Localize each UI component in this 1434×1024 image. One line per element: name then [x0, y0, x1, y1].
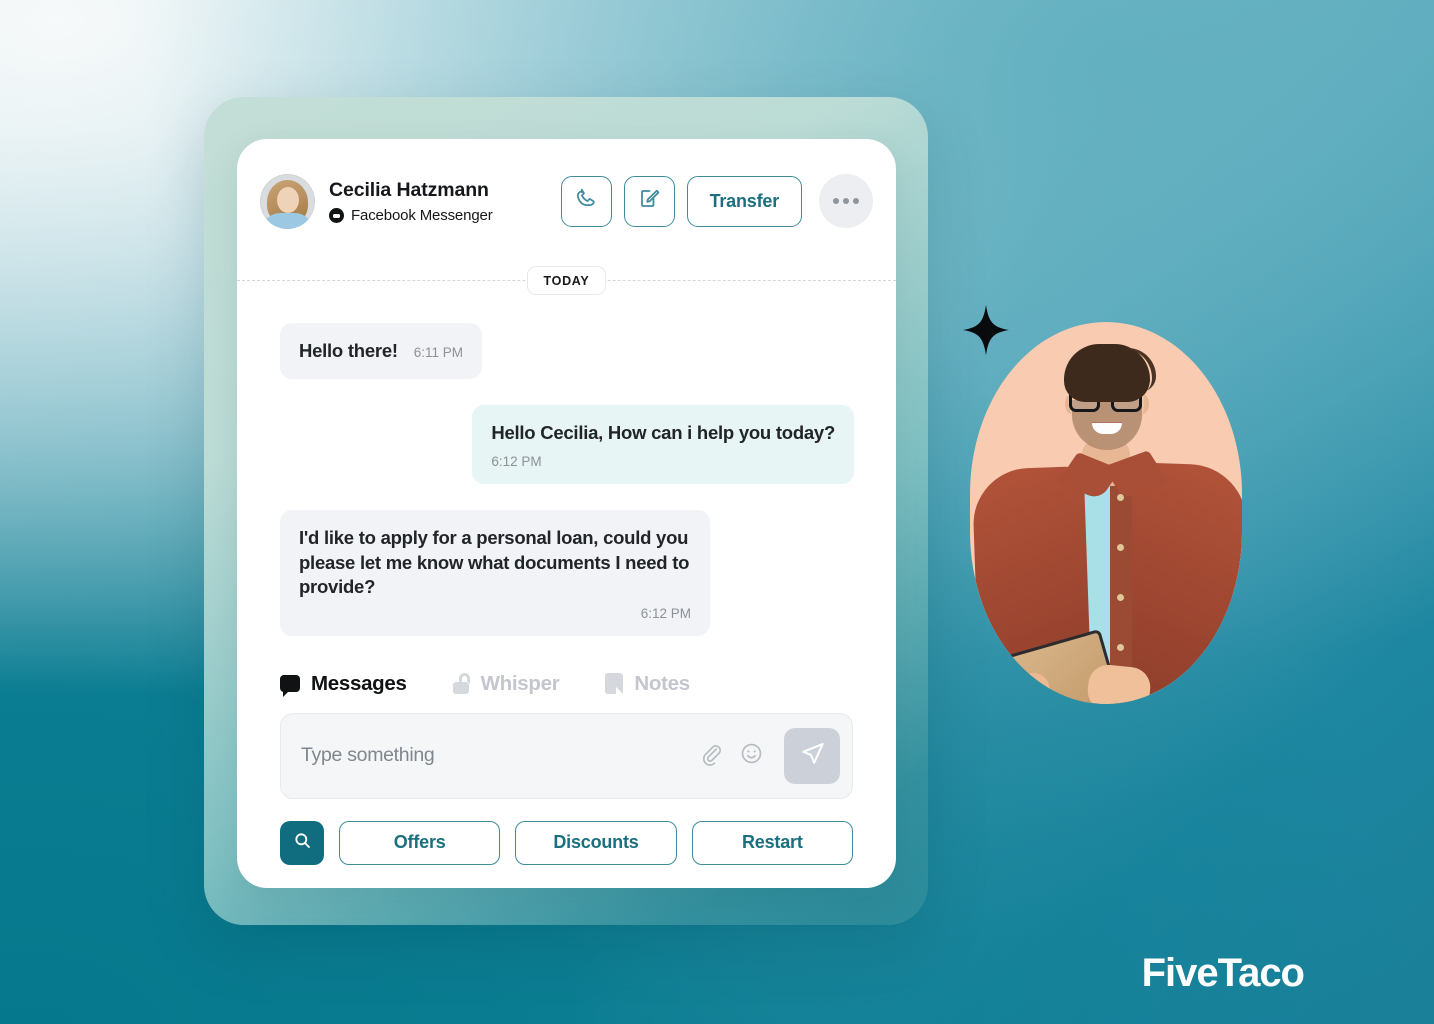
contact-info: Cecilia Hatzmann Facebook Messenger — [329, 178, 561, 224]
message-row: Hello Cecilia, How can i help you today?… — [280, 404, 854, 485]
send-button[interactable] — [784, 727, 840, 784]
message-composer — [280, 712, 853, 799]
quick-action-restart[interactable]: Restart — [691, 820, 853, 865]
message-time: 6:12 PM — [640, 605, 691, 621]
brand-logo: FiveTaco — [1141, 951, 1305, 995]
more-options-button[interactable] — [819, 174, 873, 228]
compose-icon — [637, 186, 662, 216]
quick-action-offers[interactable]: Offers — [339, 820, 501, 865]
message-bubble-incoming: Hello there! 6:11 PM — [280, 323, 483, 379]
emoji-button[interactable] — [739, 741, 764, 771]
messenger-icon — [329, 208, 344, 224]
message-time: 6:11 PM — [413, 345, 464, 360]
send-icon — [798, 739, 827, 773]
unlock-icon — [452, 673, 470, 695]
tab-messages-label: Messages — [311, 671, 407, 695]
message-text: I'd like to apply for a personal loan, c… — [299, 527, 690, 598]
channel-name: Facebook Messenger — [351, 207, 493, 225]
channel-row: Facebook Messenger — [329, 207, 561, 224]
message-bubble-outgoing: Hello Cecilia, How can i help you today?… — [472, 404, 854, 485]
photo-oval-background — [970, 322, 1242, 704]
paperclip-icon — [698, 741, 723, 771]
chat-widget: Cecilia Hatzmann Facebook Messenger Tran… — [237, 139, 896, 888]
date-divider: TODAY — [237, 263, 896, 297]
transfer-button[interactable]: Transfer — [686, 175, 802, 227]
search-icon — [293, 831, 312, 855]
call-button[interactable] — [560, 175, 612, 227]
message-text: Hello Cecilia, How can i help you today? — [491, 421, 835, 443]
paperclip-button[interactable] — [698, 741, 723, 771]
message-list: Hello there! 6:11 PM Hello Cecilia, How … — [237, 297, 896, 636]
phone-icon — [574, 186, 599, 216]
message-time: 6:12 PM — [491, 454, 542, 470]
tab-whisper[interactable]: Whisper — [452, 671, 560, 696]
tab-messages[interactable]: Messages — [280, 671, 407, 698]
contact-avatar — [260, 173, 315, 229]
tab-notes[interactable]: Notes — [605, 671, 690, 696]
agent-photo — [970, 322, 1242, 704]
header-actions: Transfer — [560, 174, 873, 228]
smiley-icon — [739, 741, 764, 771]
contact-name: Cecilia Hatzmann — [329, 178, 489, 201]
speech-bubble-icon — [280, 675, 300, 698]
compose-button[interactable] — [623, 175, 675, 227]
chat-header: Cecilia Hatzmann Facebook Messenger Tran… — [237, 139, 896, 263]
dot-1 — [833, 198, 839, 204]
message-bubble-incoming: I'd like to apply for a personal loan, c… — [280, 510, 710, 636]
quick-action-bar: Offers Discounts Restart — [237, 799, 896, 865]
quick-action-discounts[interactable]: Discounts — [515, 820, 677, 865]
dot-2 — [843, 198, 849, 204]
date-divider-label: TODAY — [526, 265, 607, 295]
message-input[interactable] — [301, 744, 682, 768]
message-row: Hello there! 6:11 PM — [280, 323, 854, 379]
message-row: I'd like to apply for a personal loan, c… — [280, 510, 854, 636]
poster-canvas: Cecilia Hatzmann Facebook Messenger Tran… — [0, 0, 1434, 1024]
tab-whisper-label: Whisper — [480, 671, 560, 695]
note-icon — [605, 673, 624, 695]
composer-tabs: Messages Whisper Notes — [237, 636, 896, 698]
tab-notes-label: Notes — [634, 671, 690, 695]
dot-3 — [853, 198, 859, 204]
message-text: Hello there! — [299, 340, 398, 361]
agent-portrait — [970, 322, 1242, 704]
search-button[interactable] — [280, 820, 324, 865]
